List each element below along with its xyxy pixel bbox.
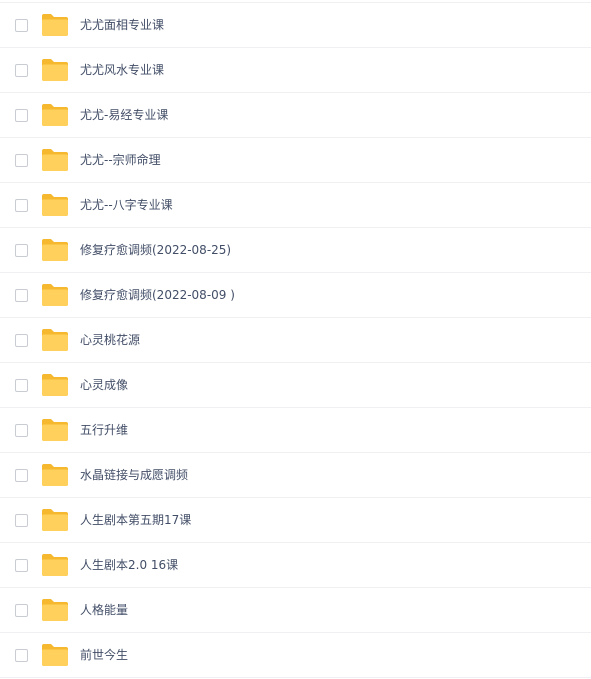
row-checkbox[interactable] [15,109,28,122]
folder-icon [41,643,69,667]
folder-icon [41,463,69,487]
folder-icon [41,13,69,37]
file-name[interactable]: 尤尤--八字专业课 [80,183,173,227]
folder-icon [41,373,69,397]
file-name[interactable]: 人生剧本2.0 16课 [80,543,178,587]
row-checkbox[interactable] [15,514,28,527]
row-checkbox[interactable] [15,649,28,662]
file-row[interactable]: 尤尤面相专业课 [0,3,591,48]
folder-icon [41,103,69,127]
row-checkbox[interactable] [15,289,28,302]
file-row[interactable]: 尤尤风水专业课 [0,48,591,93]
file-name[interactable]: 修复疗愈调频(2022-08-25) [80,228,231,272]
folder-icon [41,553,69,577]
row-checkbox[interactable] [15,604,28,617]
file-name[interactable]: 心灵桃花源 [80,318,140,362]
file-row[interactable]: 心灵成像 [0,363,591,408]
folder-icon [41,58,69,82]
file-name[interactable]: 尤尤面相专业课 [80,3,164,47]
file-name[interactable]: 尤尤-易经专业课 [80,93,168,137]
file-row[interactable]: 心灵桃花源 [0,318,591,363]
folder-icon [41,238,69,262]
row-checkbox[interactable] [15,64,28,77]
file-name[interactable]: 心灵成像 [80,363,128,407]
file-list: 尤尤面相专业课 尤尤风水专业课 尤尤-易经专业课 尤尤--宗师命理 尤尤--八字… [0,0,591,679]
file-name[interactable]: 修复疗愈调频(2022-08-09 ) [80,273,235,317]
file-row[interactable]: 人生剧本第五期17课 [0,498,591,543]
row-checkbox[interactable] [15,424,28,437]
folder-icon [41,328,69,352]
file-name[interactable]: 五行升维 [80,408,128,452]
file-row[interactable]: 前世今生 [0,633,591,678]
row-checkbox[interactable] [15,469,28,482]
row-checkbox[interactable] [15,19,28,32]
file-row[interactable]: 尤尤--宗师命理 [0,138,591,183]
row-checkbox[interactable] [15,244,28,257]
file-name[interactable]: 水晶链接与成愿调频 [80,453,188,497]
folder-icon [41,283,69,307]
file-name[interactable]: 尤尤--宗师命理 [80,138,161,182]
file-name[interactable]: 尤尤风水专业课 [80,48,164,92]
file-row[interactable]: 人格能量 [0,588,591,633]
row-checkbox[interactable] [15,379,28,392]
file-row[interactable]: 修复疗愈调频(2022-08-09 ) [0,273,591,318]
folder-icon [41,598,69,622]
folder-icon [41,193,69,217]
file-row[interactable]: 修复疗愈调频(2022-08-25) [0,228,591,273]
file-row[interactable]: 尤尤--八字专业课 [0,183,591,228]
folder-icon [41,508,69,532]
row-checkbox[interactable] [15,154,28,167]
folder-icon [41,418,69,442]
folder-icon [41,148,69,172]
file-name[interactable]: 人生剧本第五期17课 [80,498,191,542]
file-row[interactable]: 五行升维 [0,408,591,453]
file-row[interactable]: 尤尤-易经专业课 [0,93,591,138]
row-checkbox[interactable] [15,334,28,347]
file-name[interactable]: 人格能量 [80,588,128,632]
row-checkbox[interactable] [15,559,28,572]
row-checkbox[interactable] [15,199,28,212]
file-row[interactable]: 水晶链接与成愿调频 [0,453,591,498]
file-name[interactable]: 前世今生 [80,633,128,677]
file-row[interactable]: 人生剧本2.0 16课 [0,543,591,588]
